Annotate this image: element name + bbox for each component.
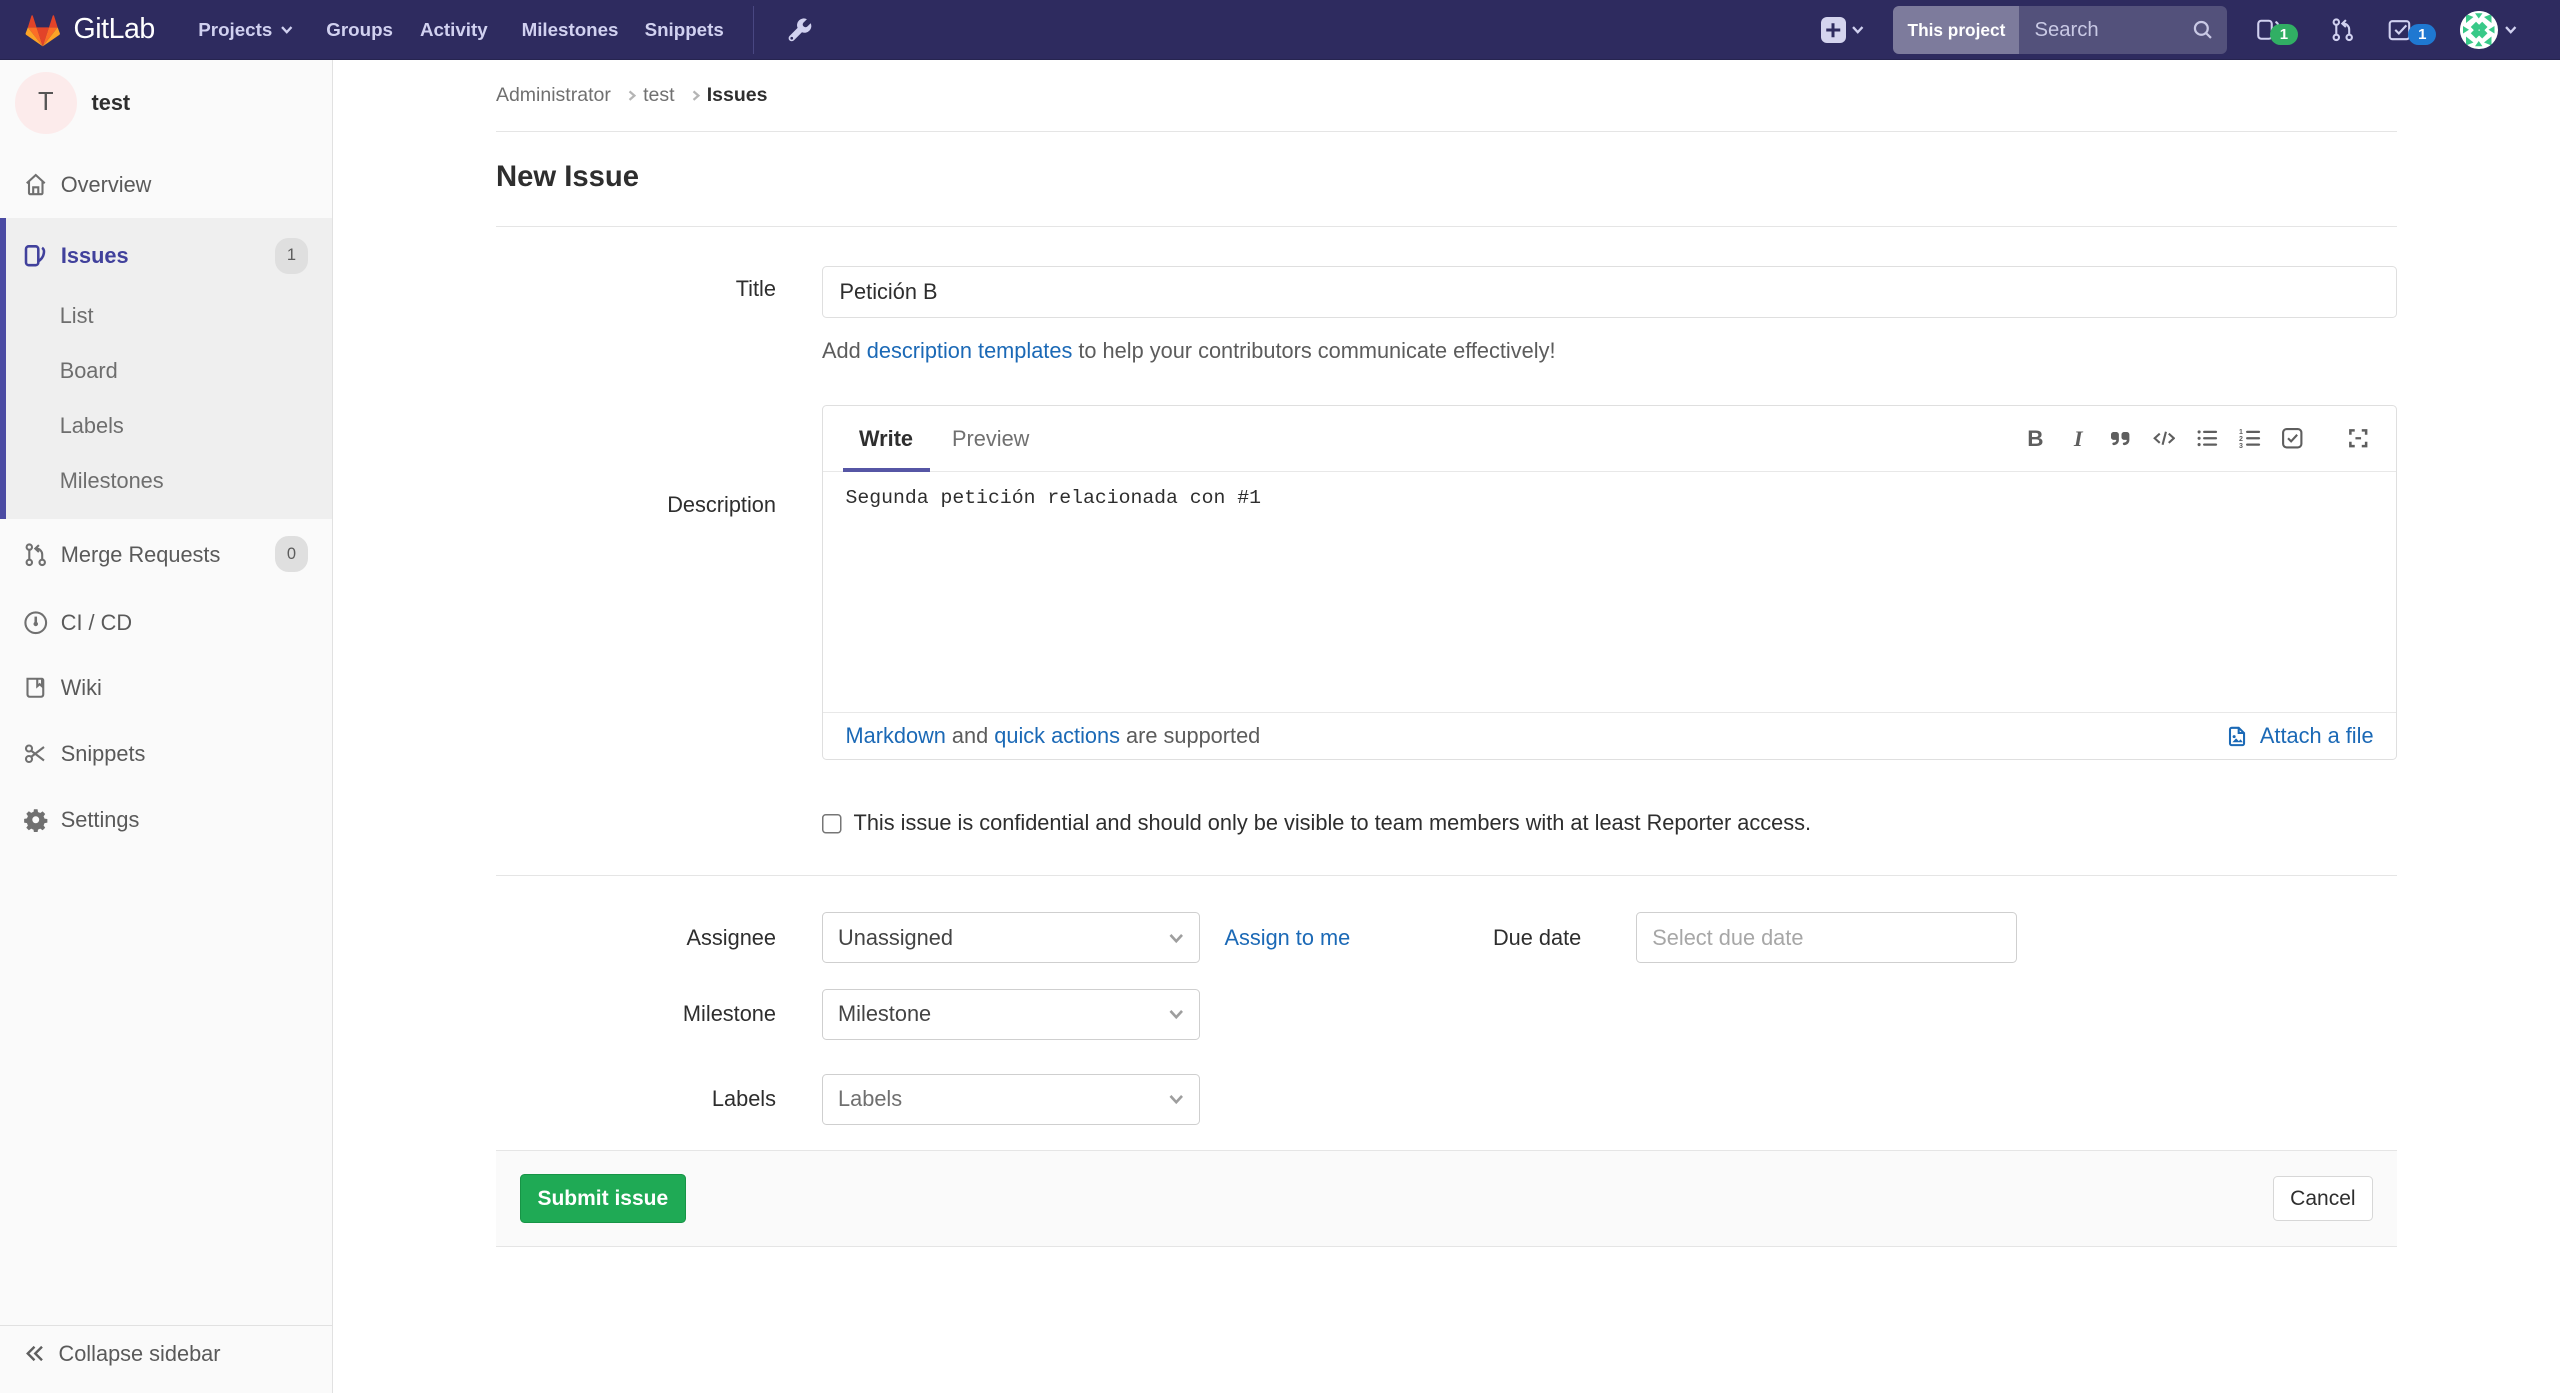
svg-text:3: 3 <box>2239 443 2243 450</box>
svg-text:2: 2 <box>2239 436 2243 443</box>
svg-text:1: 1 <box>2239 429 2243 436</box>
